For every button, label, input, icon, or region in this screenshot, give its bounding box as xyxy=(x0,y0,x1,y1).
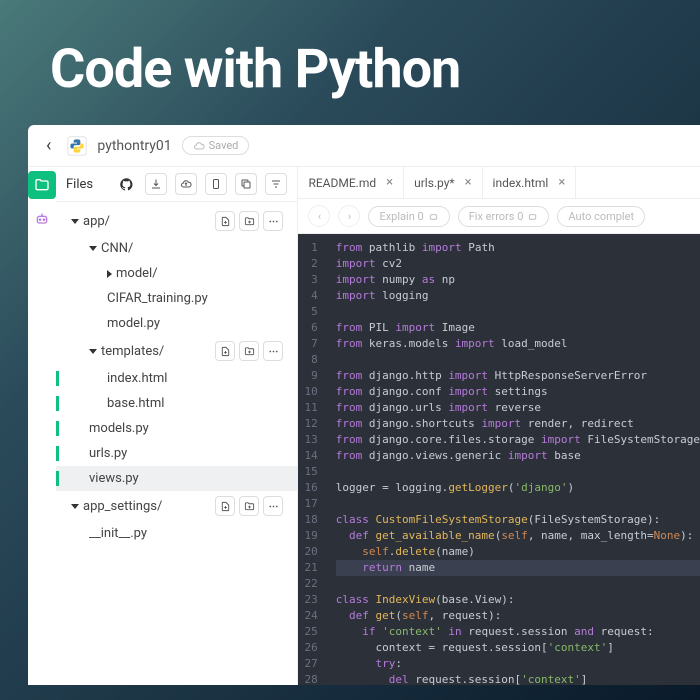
new-file-icon[interactable] xyxy=(215,341,235,361)
back-button[interactable]: ‹ xyxy=(40,133,57,158)
file-row[interactable]: CIFAR_training.py xyxy=(56,286,297,311)
activity-bar xyxy=(28,167,56,685)
saved-label: Saved xyxy=(209,139,239,152)
fix-errors-button[interactable]: Fix errors 0 xyxy=(458,206,550,227)
editor-tab[interactable]: urls.py* × xyxy=(404,167,482,198)
git-gutter xyxy=(56,496,59,516)
chevron-down-icon[interactable] xyxy=(89,349,97,354)
git-gutter xyxy=(56,241,59,256)
git-gutter xyxy=(56,371,59,386)
file-panel: Files app/CNN/model/CIFAR_training.pymod… xyxy=(56,167,298,685)
new-file-icon[interactable] xyxy=(215,496,235,516)
item-name: index.html xyxy=(107,371,167,386)
hero-title: Code with Python xyxy=(0,0,700,125)
item-name: CIFAR_training.py xyxy=(107,291,208,306)
file-panel-header: Files xyxy=(56,167,297,202)
tab-label: index.html xyxy=(493,176,549,190)
chevron-right-icon[interactable] xyxy=(107,270,112,278)
ai-tab-icon[interactable] xyxy=(28,205,56,233)
item-name: templates/ xyxy=(101,344,164,359)
git-gutter xyxy=(56,446,59,461)
chevron-down-icon[interactable] xyxy=(71,504,79,509)
ide-window: ‹ pythontry01 Saved Files xyxy=(28,125,700,685)
file-row[interactable]: base.html xyxy=(56,391,297,416)
python-icon xyxy=(67,136,87,156)
editor-tabs: README.md × urls.py* × index.html × xyxy=(298,167,700,199)
git-gutter xyxy=(56,396,59,411)
more-icon[interactable] xyxy=(263,211,283,231)
file-row[interactable]: __init__.py xyxy=(56,521,297,546)
code-source[interactable]: from pathlib import Pathimport cv2import… xyxy=(326,234,700,685)
git-gutter xyxy=(56,471,59,486)
files-tab-icon[interactable] xyxy=(28,171,56,199)
item-name: urls.py xyxy=(89,446,127,461)
chevron-down-icon[interactable] xyxy=(89,246,97,251)
git-gutter xyxy=(56,291,59,306)
topbar: ‹ pythontry01 Saved xyxy=(28,125,700,167)
file-row[interactable]: models.py xyxy=(56,416,297,441)
saved-badge: Saved xyxy=(182,136,250,155)
editor-tab[interactable]: index.html × xyxy=(483,167,577,198)
row-tools xyxy=(215,341,289,361)
item-name: CNN/ xyxy=(101,241,133,256)
file-panel-title: Files xyxy=(66,177,107,192)
new-folder-icon[interactable] xyxy=(239,496,259,516)
item-name: app_settings/ xyxy=(83,499,162,514)
upload-cloud-icon[interactable] xyxy=(175,173,197,195)
file-row[interactable]: views.py xyxy=(56,466,297,491)
file-tree: app/CNN/model/CIFAR_training.py model.py t… xyxy=(56,202,297,685)
close-tab-icon[interactable]: × xyxy=(386,175,393,190)
copy-icon[interactable] xyxy=(235,173,257,195)
close-tab-icon[interactable]: × xyxy=(558,175,565,190)
item-name: models.py xyxy=(89,421,149,436)
filter-icon[interactable] xyxy=(265,173,287,195)
project-name: pythontry01 xyxy=(97,138,171,154)
item-name: app/ xyxy=(83,214,110,229)
git-gutter xyxy=(56,211,59,231)
main: Files app/CNN/model/CIFAR_training.pymod… xyxy=(28,167,700,685)
tab-label: README.md xyxy=(308,176,376,190)
folder-row[interactable]: app/ xyxy=(56,206,297,236)
git-gutter xyxy=(56,341,59,361)
folder-row[interactable]: model/ xyxy=(56,261,297,286)
row-tools xyxy=(215,211,289,231)
item-name: model.py xyxy=(107,316,160,331)
git-gutter xyxy=(56,421,59,436)
nav-back-button[interactable]: ‹ xyxy=(308,205,330,227)
file-row[interactable]: model.py xyxy=(56,311,297,336)
folder-row[interactable]: app_settings/ xyxy=(56,491,297,521)
explain-button[interactable]: Explain 0 xyxy=(368,206,449,227)
item-name: base.html xyxy=(107,396,164,411)
code-editor[interactable]: 1234567891011121314151617181920212223242… xyxy=(298,234,700,685)
chevron-down-icon[interactable] xyxy=(71,219,79,224)
download-icon[interactable] xyxy=(145,173,167,195)
github-icon[interactable] xyxy=(115,173,137,195)
git-gutter xyxy=(56,526,59,541)
line-numbers: 1234567891011121314151617181920212223242… xyxy=(298,234,325,685)
git-gutter xyxy=(56,316,59,331)
nav-fwd-button[interactable]: › xyxy=(338,205,360,227)
folder-row[interactable]: CNN/ xyxy=(56,236,297,261)
item-name: model/ xyxy=(116,266,158,281)
more-icon[interactable] xyxy=(263,341,283,361)
more-icon[interactable] xyxy=(263,496,283,516)
item-name: views.py xyxy=(89,471,139,486)
item-name: __init__.py xyxy=(89,526,147,541)
new-folder-icon[interactable] xyxy=(239,211,259,231)
git-gutter xyxy=(56,266,59,281)
tab-label: urls.py* xyxy=(414,176,454,190)
cloud-icon xyxy=(193,140,205,152)
autocomplete-button[interactable]: Auto complet xyxy=(557,206,645,227)
row-tools xyxy=(215,496,289,516)
close-tab-icon[interactable]: × xyxy=(465,175,472,190)
editor-panel: README.md × urls.py* × index.html × ‹ › Expla… xyxy=(298,167,700,685)
ai-toolbar: ‹ › Explain 0 Fix errors 0 Auto complet xyxy=(298,199,700,234)
editor-tab[interactable]: README.md × xyxy=(298,167,404,198)
file-row[interactable]: index.html xyxy=(56,366,297,391)
new-folder-icon[interactable] xyxy=(239,341,259,361)
new-file-icon[interactable] xyxy=(215,211,235,231)
phone-icon[interactable] xyxy=(205,173,227,195)
folder-row[interactable]: templates/ xyxy=(56,336,297,366)
file-row[interactable]: urls.py xyxy=(56,441,297,466)
